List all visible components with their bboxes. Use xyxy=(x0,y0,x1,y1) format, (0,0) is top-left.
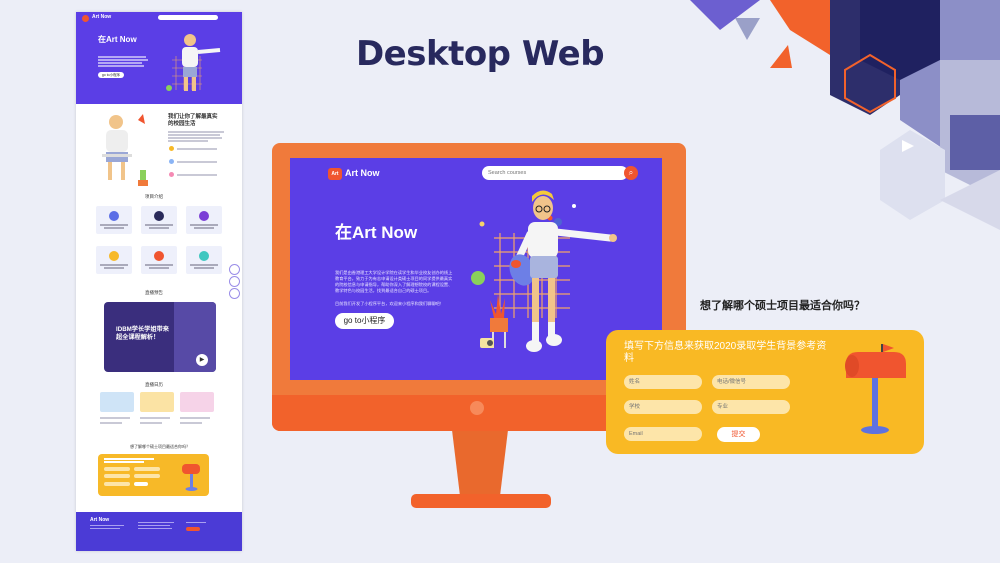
intro-title: 我们让你了解最真实的校园生活 xyxy=(168,114,218,127)
seated-figure-illustration xyxy=(102,114,148,186)
form-field[interactable] xyxy=(104,474,130,478)
hero-title: 在Art Now xyxy=(335,223,418,242)
search-input[interactable] xyxy=(482,166,628,180)
name-field[interactable] xyxy=(624,375,702,389)
text-line xyxy=(98,62,142,64)
program-card[interactable] xyxy=(141,206,177,234)
long-page-brand: Art Now xyxy=(92,14,112,20)
bullet-icon xyxy=(169,172,174,177)
quiz-question: 想了解哪个硕士项目最适合你吗？ xyxy=(700,300,865,312)
form-submit[interactable] xyxy=(134,482,148,486)
page-headline: Desktop Web xyxy=(355,34,605,74)
long-page-footer: Art Now xyxy=(76,512,242,551)
video-thumbnail xyxy=(174,302,216,372)
hero-description: 我们是由香港理工大学设计学院在读学生和毕业校友创办的线上教育平台，致力于为有志申… xyxy=(335,270,453,293)
bullet-icon xyxy=(169,146,174,151)
text-line xyxy=(98,59,148,61)
text-line xyxy=(177,148,217,150)
footer-button[interactable] xyxy=(186,527,200,531)
figure-illustration xyxy=(166,34,221,91)
phone-field[interactable] xyxy=(712,375,790,389)
mailbox-icon xyxy=(845,344,906,434)
school-field[interactable] xyxy=(624,400,702,414)
mailbox-icon xyxy=(182,464,200,491)
power-button-icon xyxy=(470,401,484,415)
blog-thumbnail[interactable] xyxy=(180,392,214,412)
logo-icon xyxy=(82,15,89,22)
blog-thumbnail[interactable] xyxy=(140,392,174,412)
text-line xyxy=(98,56,146,58)
major-field[interactable] xyxy=(712,400,790,414)
text-line xyxy=(180,422,202,424)
long-page-hero-title: 在Art Now xyxy=(98,35,137,44)
program-card[interactable] xyxy=(186,206,222,234)
application-form-card: 填写下方信息来获取2020录取学生背景参考资料 提交 xyxy=(606,330,924,454)
long-page-form xyxy=(98,454,209,496)
text-line xyxy=(98,65,144,67)
blog-thumbnail[interactable] xyxy=(100,392,134,412)
hero-note: 目前我们开发了小程序平台，欢迎来小程序和我们聊聊吧！ xyxy=(335,301,444,306)
logo-icon[interactable]: Art xyxy=(328,168,342,180)
program-card[interactable] xyxy=(96,246,132,274)
form-field[interactable] xyxy=(104,482,130,486)
long-page-hero: Art Now 在Art Now go to小程序 xyxy=(76,12,242,104)
text-line xyxy=(168,137,222,139)
program-card[interactable] xyxy=(186,246,222,274)
text-line xyxy=(100,417,130,419)
long-page-cta-button[interactable]: go to小程序 xyxy=(98,72,124,78)
play-icon[interactable]: ▶ xyxy=(196,354,208,366)
text-line xyxy=(140,422,162,424)
text-line xyxy=(140,417,170,419)
email-field[interactable] xyxy=(624,427,702,441)
form-field[interactable] xyxy=(134,467,160,471)
live-video-card[interactable]: IDBM学长学姐带来 超全课程解析！ ▶ xyxy=(104,302,216,372)
submit-button[interactable]: 提交 xyxy=(717,427,760,442)
blog-title: 直播日历 xyxy=(145,382,163,387)
quiz-title: 想了解哪个硕士项目最适合你吗？ xyxy=(130,444,190,449)
go-to-miniprogram-button[interactable]: go to小程序 xyxy=(335,313,394,329)
form-field[interactable] xyxy=(104,467,130,471)
side-icon[interactable] xyxy=(229,264,240,275)
program-card[interactable] xyxy=(141,246,177,274)
text-line xyxy=(180,417,210,419)
form-title: 填写下方信息来获取2020录取学生背景参考资料 xyxy=(624,341,827,364)
side-icon[interactable] xyxy=(229,276,240,287)
text-line xyxy=(168,134,220,136)
search-icon[interactable]: ⌕ xyxy=(624,166,638,180)
text-line xyxy=(177,161,217,163)
long-page-search[interactable] xyxy=(158,15,218,20)
text-line xyxy=(177,174,217,176)
footer-brand: Art Now xyxy=(90,517,110,523)
site-brand[interactable]: Art Now xyxy=(345,168,380,178)
text-line xyxy=(100,422,122,424)
text-line xyxy=(168,140,208,142)
text-line xyxy=(168,131,224,133)
mobile-long-page: Art Now 在Art Now go to小程序 我们让你了解最真实的校园生活… xyxy=(76,12,242,551)
monitor-stand xyxy=(411,494,551,508)
video-caption: IDBM学长学姐带来 超全课程解析！ xyxy=(116,326,169,341)
program-card[interactable] xyxy=(96,206,132,234)
programs-title: 项目介绍 xyxy=(145,194,163,199)
form-field[interactable] xyxy=(134,474,160,478)
side-icon[interactable] xyxy=(229,288,240,299)
bullet-icon xyxy=(169,159,174,164)
live-title: 直播预告 xyxy=(145,290,163,295)
